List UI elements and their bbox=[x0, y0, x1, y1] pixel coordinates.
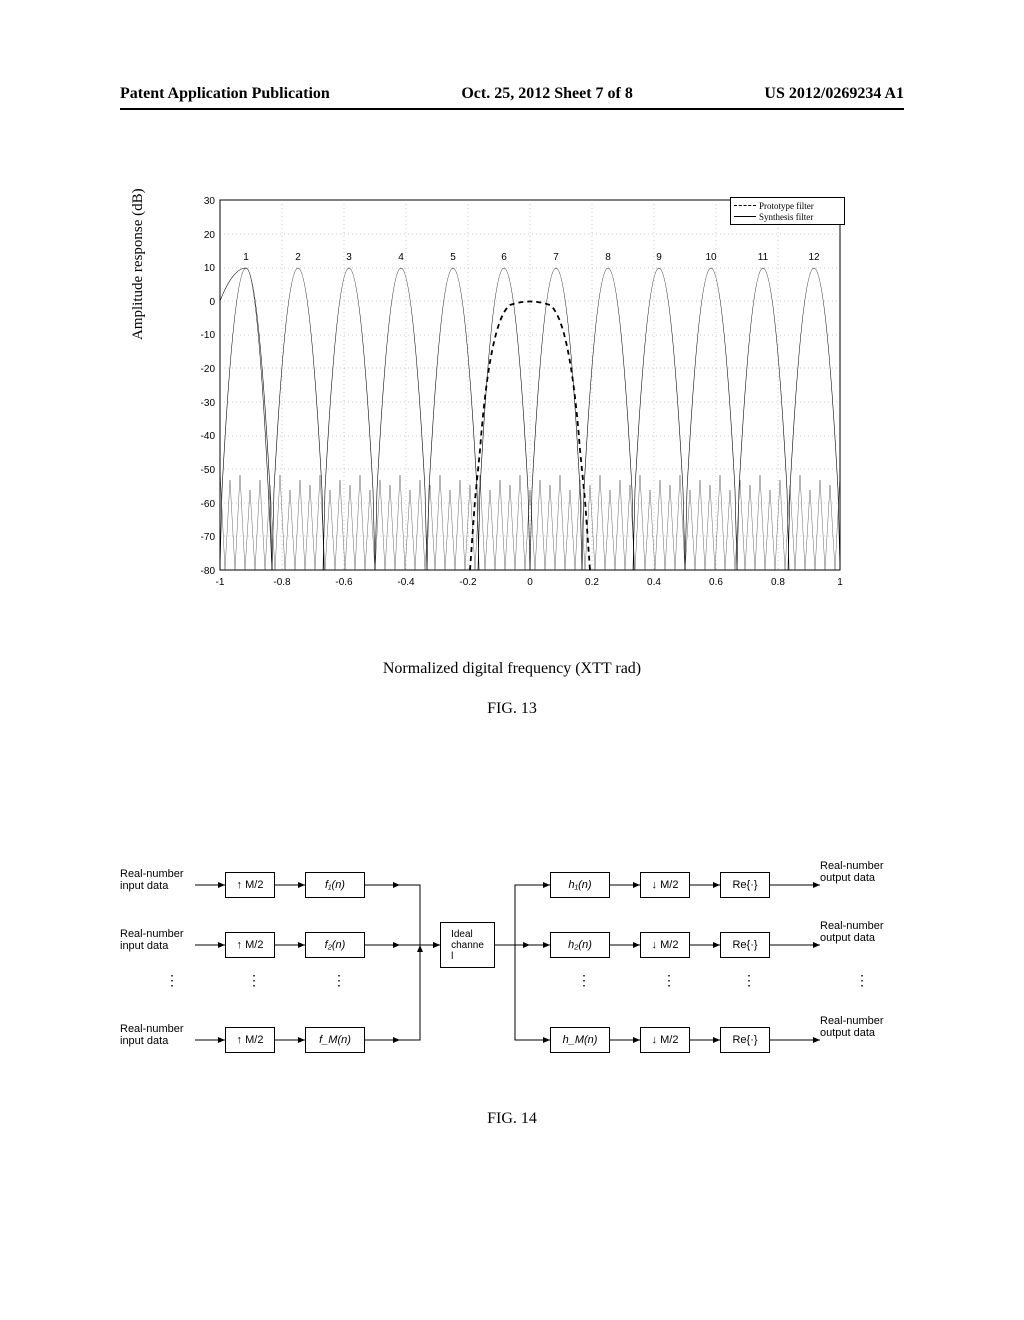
svg-text:30: 30 bbox=[204, 196, 216, 207]
input-label-2: Real-number input data bbox=[120, 928, 195, 952]
vdots-icon: ⋮ bbox=[165, 980, 179, 984]
svg-text:-10: -10 bbox=[201, 330, 216, 341]
header-left: Patent Application Publication bbox=[120, 85, 330, 103]
fig14-caption: FIG. 14 bbox=[0, 1110, 1024, 1128]
downsample-2: ↓ M/2 bbox=[640, 932, 690, 958]
fig13-xlabel: Normalized digital frequency (XTT rad) bbox=[0, 660, 1024, 678]
svg-text:-80: -80 bbox=[201, 566, 216, 577]
ideal-channel-block: Ideal channe l bbox=[440, 922, 495, 968]
svg-text:10: 10 bbox=[705, 252, 717, 263]
fm-block: f_M(n) bbox=[305, 1027, 365, 1053]
fig13-legend: Prototype filter Synthesis filter bbox=[730, 197, 845, 225]
svg-text:0.6: 0.6 bbox=[709, 577, 723, 588]
svg-text:-70: -70 bbox=[201, 532, 216, 543]
vdots-icon: ⋮ bbox=[855, 980, 869, 984]
fig13-ylabel: Amplitude response (dB) bbox=[130, 188, 147, 340]
header-center: Oct. 25, 2012 Sheet 7 of 8 bbox=[461, 85, 633, 103]
upsample-1: ↑ M/2 bbox=[225, 872, 275, 898]
svg-text:-20: -20 bbox=[201, 364, 216, 375]
svg-text:1: 1 bbox=[243, 252, 249, 263]
header-rule bbox=[120, 108, 904, 110]
svg-text:11: 11 bbox=[758, 252, 769, 263]
header-right: US 2012/0269234 A1 bbox=[764, 85, 904, 103]
input-label-m: Real-number input data bbox=[120, 1023, 195, 1047]
svg-text:4: 4 bbox=[398, 252, 404, 263]
svg-text:0.8: 0.8 bbox=[771, 577, 785, 588]
vdots-icon: ⋮ bbox=[662, 980, 676, 984]
hm-block: h_M(n) bbox=[550, 1027, 610, 1053]
input-label-1: Real-number input data bbox=[120, 868, 195, 892]
svg-text:0: 0 bbox=[527, 577, 533, 588]
legend-synthesis: Synthesis filter bbox=[759, 212, 813, 222]
output-label-m: Real-number output data bbox=[820, 1015, 900, 1039]
re-m: Re{·} bbox=[720, 1027, 770, 1053]
vdots-icon: ⋮ bbox=[742, 980, 756, 984]
svg-text:8: 8 bbox=[605, 252, 611, 263]
svg-text:-0.4: -0.4 bbox=[397, 577, 415, 588]
downsample-m: ↓ M/2 bbox=[640, 1027, 690, 1053]
svg-text:9: 9 bbox=[656, 252, 662, 263]
svg-text:7: 7 bbox=[553, 252, 559, 263]
svg-text:-0.2: -0.2 bbox=[459, 577, 477, 588]
h2-block: h₂(n) bbox=[550, 932, 610, 958]
vdots-icon: ⋮ bbox=[577, 980, 591, 984]
svg-text:0.4: 0.4 bbox=[647, 577, 661, 588]
vdots-icon: ⋮ bbox=[247, 980, 261, 984]
svg-text:-50: -50 bbox=[201, 465, 216, 476]
svg-text:2: 2 bbox=[295, 252, 301, 263]
svg-text:-40: -40 bbox=[201, 431, 216, 442]
svg-text:0.2: 0.2 bbox=[585, 577, 599, 588]
svg-text:1: 1 bbox=[837, 577, 843, 588]
fig13-chart: 302010 0-10-20 -30-40-50 -60-70-80 -1-0.… bbox=[170, 190, 850, 590]
output-label-2: Real-number output data bbox=[820, 920, 900, 944]
svg-text:0: 0 bbox=[209, 297, 215, 308]
fig13-caption: FIG. 13 bbox=[0, 700, 1024, 718]
legend-prototype: Prototype filter bbox=[759, 201, 814, 211]
svg-text:-0.6: -0.6 bbox=[335, 577, 353, 588]
upsample-m: ↑ M/2 bbox=[225, 1027, 275, 1053]
svg-text:20: 20 bbox=[204, 230, 216, 241]
svg-text:3: 3 bbox=[346, 252, 352, 263]
re-1: Re{·} bbox=[720, 872, 770, 898]
f2-block: f₂(n) bbox=[305, 932, 365, 958]
svg-text:-0.8: -0.8 bbox=[273, 577, 291, 588]
fig14-diagram: Real-number input data Real-number input… bbox=[120, 840, 900, 1080]
output-label-1: Real-number output data bbox=[820, 860, 900, 884]
h1-block: h₁(n) bbox=[550, 872, 610, 898]
svg-text:12: 12 bbox=[808, 252, 820, 263]
svg-text:-1: -1 bbox=[216, 577, 225, 588]
f1-block: f₁(n) bbox=[305, 872, 365, 898]
svg-text:-30: -30 bbox=[201, 398, 216, 409]
re-2: Re{·} bbox=[720, 932, 770, 958]
svg-text:6: 6 bbox=[501, 252, 507, 263]
svg-text:-60: -60 bbox=[201, 499, 216, 510]
svg-text:10: 10 bbox=[204, 263, 216, 274]
vdots-icon: ⋮ bbox=[332, 980, 346, 984]
svg-text:5: 5 bbox=[450, 252, 456, 263]
upsample-2: ↑ M/2 bbox=[225, 932, 275, 958]
downsample-1: ↓ M/2 bbox=[640, 872, 690, 898]
